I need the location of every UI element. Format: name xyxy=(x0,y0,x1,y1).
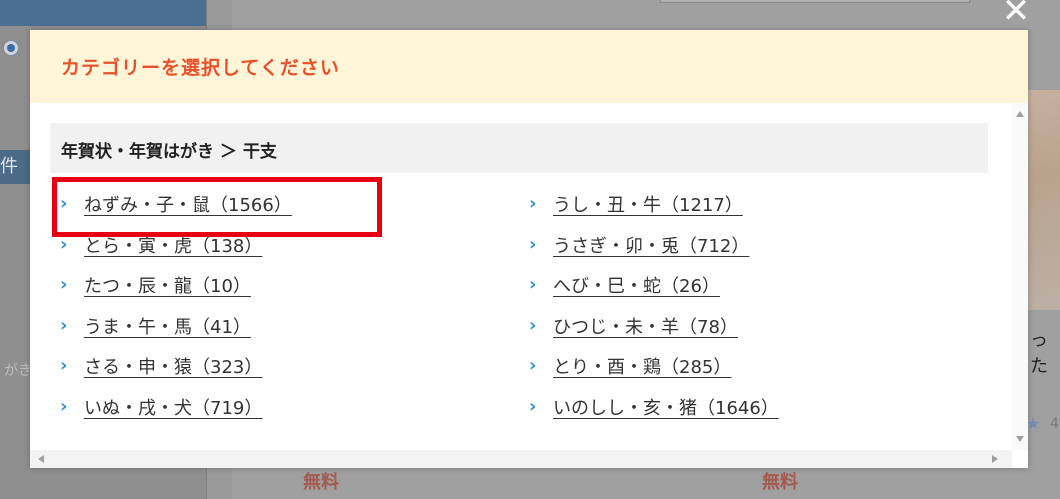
chevron-right-icon: › xyxy=(60,233,68,255)
chevron-right-icon: › xyxy=(529,395,537,417)
category-link[interactable]: とら・寅・虎（138） xyxy=(84,232,262,258)
breadcrumb-text: 年賀状・年賀はがき ＞ 干支 xyxy=(61,142,277,162)
category-link[interactable]: うさぎ・卯・兎（712） xyxy=(553,232,749,258)
chevron-right-icon: › xyxy=(60,395,68,417)
background-thumbnail xyxy=(1028,90,1060,310)
chevron-right-icon: › xyxy=(529,233,537,255)
background-sidebar-header xyxy=(0,0,206,26)
chevron-right-icon: › xyxy=(529,355,537,376)
chevron-right-icon: › xyxy=(60,193,68,214)
category-link[interactable]: ひつじ・未・羊（78） xyxy=(553,313,738,339)
category-link[interactable]: ねずみ・子・鼠（1566） xyxy=(84,191,292,217)
scroll-left-icon[interactable] xyxy=(38,455,44,463)
modal-title: カテゴリーを選択してください xyxy=(61,57,340,79)
background-text-right: った xyxy=(1030,330,1048,377)
chevron-right-icon: › xyxy=(529,274,537,295)
scroll-up-icon[interactable] xyxy=(1016,111,1024,117)
background-free-label: 無料 xyxy=(762,472,798,493)
category-modal: カテゴリーを選択してください 年賀状・年賀はがき ＞ 干支 › ねずみ・子・鼠（… xyxy=(30,30,1028,468)
star-icon: ★ xyxy=(1026,414,1041,433)
vertical-scrollbar[interactable] xyxy=(1012,103,1028,450)
breadcrumb: 年賀状・年賀はがき ＞ 干支 xyxy=(50,123,988,173)
background-search-box xyxy=(660,0,970,3)
chevron-right-icon: › xyxy=(60,355,68,376)
scroll-down-icon[interactable] xyxy=(1016,436,1024,442)
category-link[interactable]: さる・申・猿（323） xyxy=(84,353,262,379)
category-link[interactable]: うま・午・馬（41） xyxy=(84,313,251,339)
background-rating-count: 4 xyxy=(1050,416,1059,432)
close-icon[interactable]: ✕ xyxy=(1000,0,1032,28)
category-link[interactable]: とり・酉・鶏（285） xyxy=(553,353,731,379)
category-link[interactable]: うし・丑・牛（1217） xyxy=(553,191,743,217)
background-text: がき xyxy=(4,363,32,379)
chevron-right-icon: › xyxy=(60,314,68,336)
background-tag: 件 xyxy=(0,150,30,184)
horizontal-scrollbar[interactable] xyxy=(30,450,1012,468)
modal-body: 年賀状・年賀はがき ＞ 干支 › ねずみ・子・鼠（1566） › とら・寅・虎（… xyxy=(30,103,1012,450)
category-link[interactable]: いぬ・戌・犬（719） xyxy=(84,394,262,420)
modal-header: カテゴリーを選択してください xyxy=(30,30,1028,103)
category-link[interactable]: いのしし・亥・猪（1646） xyxy=(553,394,779,420)
scroll-right-icon[interactable] xyxy=(992,455,998,463)
category-link[interactable]: たつ・辰・龍（10） xyxy=(84,272,251,298)
radio-icon xyxy=(3,40,19,56)
chevron-right-icon: › xyxy=(60,274,68,295)
background-free-label: 無料 xyxy=(303,472,339,493)
chevron-right-icon: › xyxy=(529,314,537,336)
chevron-right-icon: › xyxy=(529,193,537,214)
category-link[interactable]: へび・巳・蛇（26） xyxy=(553,272,720,298)
